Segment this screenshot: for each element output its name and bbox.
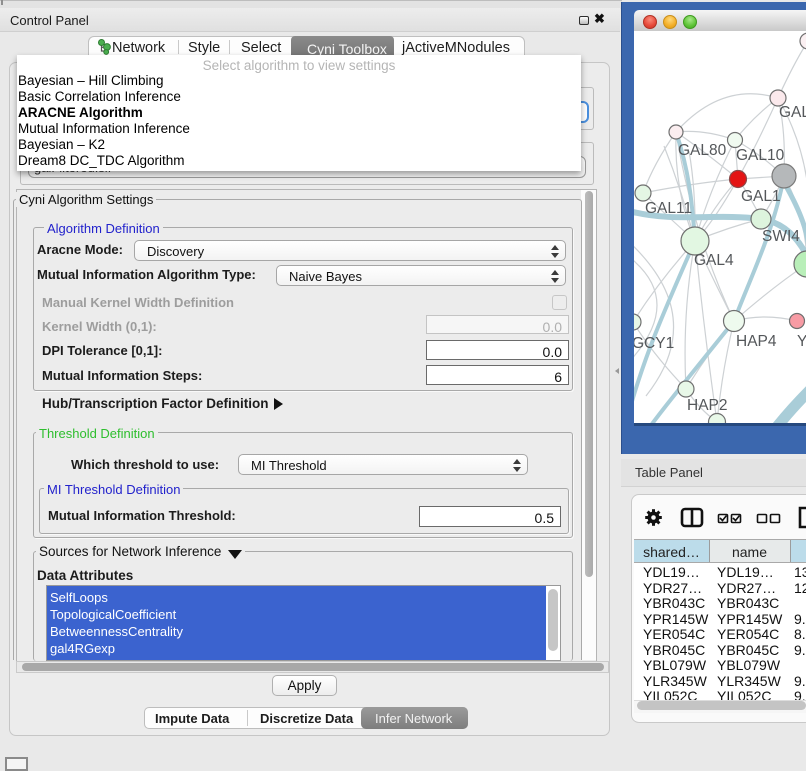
svg-text:GAL10: GAL10 <box>736 147 785 164</box>
svg-text:GAL80: GAL80 <box>678 142 727 159</box>
svg-text:HAP2: HAP2 <box>687 397 728 414</box>
svg-text:SWI4: SWI4 <box>762 228 800 245</box>
svg-text:HAP4: HAP4 <box>736 333 777 350</box>
svg-text:Y: Y <box>797 333 806 350</box>
svg-text:GAL1: GAL1 <box>741 188 781 205</box>
svg-text:GCY1: GCY1 <box>634 335 674 352</box>
svg-text:GAL11: GAL11 <box>645 200 692 217</box>
svg-text:GAL4: GAL4 <box>694 252 734 269</box>
svg-text:GAL7: GAL7 <box>779 104 806 121</box>
